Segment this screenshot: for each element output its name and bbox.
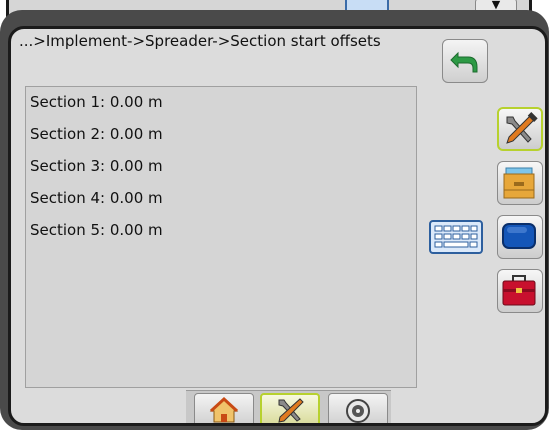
- bottom-navigation-bar: [186, 390, 391, 423]
- tab-tools[interactable]: [260, 393, 320, 423]
- tab-home[interactable]: [194, 393, 254, 423]
- toolbox-icon: [502, 275, 536, 306]
- section-offset-list: Section 1: 0.00 m Section 2: 0.00 m Sect…: [25, 86, 417, 388]
- file-drawer-icon: [503, 167, 535, 199]
- settings-screen: ...>Implement->Spreader->Section start o…: [8, 26, 548, 426]
- back-arrow-icon: [450, 51, 478, 73]
- list-item[interactable]: Section 1: 0.00 m: [30, 93, 163, 111]
- toolbox-button[interactable]: [497, 269, 543, 313]
- file-drawer-button[interactable]: [497, 161, 543, 205]
- gauge-icon: [346, 399, 370, 423]
- tools-icon: [506, 112, 538, 144]
- list-item[interactable]: Section 2: 0.00 m: [30, 125, 163, 143]
- list-item[interactable]: Section 5: 0.00 m: [30, 221, 163, 239]
- back-button[interactable]: [442, 39, 488, 83]
- display-button[interactable]: [497, 215, 543, 259]
- home-icon: [209, 396, 239, 423]
- list-item[interactable]: Section 3: 0.00 m: [30, 157, 163, 175]
- breadcrumb: ...>Implement->Spreader->Section start o…: [19, 32, 381, 50]
- tools-icon: [278, 398, 304, 423]
- list-item[interactable]: Section 4: 0.00 m: [30, 189, 163, 207]
- tab-gauge[interactable]: [328, 393, 388, 423]
- display-icon: [502, 223, 536, 249]
- tools-button[interactable]: [497, 107, 543, 151]
- keyboard-icon: [429, 220, 483, 254]
- device-frame: ...>Implement->Spreader->Section start o…: [0, 10, 549, 430]
- keyboard-button[interactable]: [428, 215, 484, 259]
